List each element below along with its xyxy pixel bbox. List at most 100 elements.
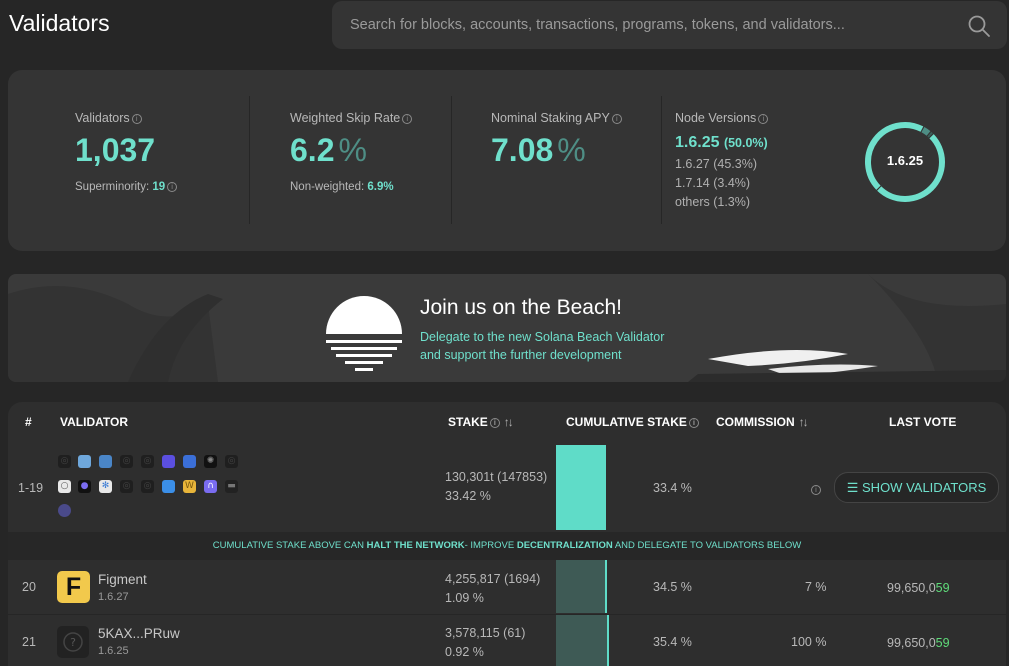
validator-avatar-icon[interactable] [58,504,71,517]
beach-illustration [8,274,1006,382]
ring-segment [927,131,933,138]
validator-version: 1.6.25 [98,645,129,657]
validator-avatar-icon[interactable]: ● [78,480,91,493]
cumulative-stake-bar [556,560,606,613]
validator-avatar-icon[interactable]: ◎ [141,455,154,468]
banner-line-2: and support the further development [420,348,622,362]
top-bar: Validators [0,0,1009,56]
cumulative-stake-marker [605,560,607,613]
cumulative-stake-marker [607,615,609,666]
search-box[interactable] [332,1,1007,49]
node-version-row: 1.6.27 (45.3%) [675,157,757,171]
list-icon: ☰ [846,479,859,495]
sort-icon[interactable]: ↑↓ [799,415,809,429]
col-last-vote: LAST VOTE [889,415,957,429]
halt-network-notice: CUMULATIVE STAKE ABOVE CAN HALT THE NETW… [8,532,1006,560]
validator-avatar-icon[interactable]: ◎ [141,480,154,493]
validator-avatar-icon[interactable]: ◎ [225,455,238,468]
ring-segment [921,126,931,136]
col-validator: VALIDATOR [60,415,128,429]
validator-name[interactable]: 5KAX...PRuw [98,626,180,641]
info-icon[interactable]: i [489,417,500,428]
info-icon[interactable]: i [758,113,769,124]
group-stake-pct: 33.42 % [445,489,491,503]
validator-avatar-icon[interactable] [78,455,91,468]
row-cumulative: 35.4 % [653,635,692,649]
divider [451,96,452,224]
validators-count: 1,037 [75,132,156,168]
node-versions-label: Node Versions i [675,111,769,125]
validators-table: # VALIDATOR STAKE i ↑↓ CUMULATIVE STAKE i C… [8,402,1006,666]
group-cumulative: 33.4 % [653,481,692,495]
stats-panel: Validators i 1,037 Superminority: 19 i Wei… [8,70,1006,251]
cumulative-stake-bar [556,445,606,530]
promo-banner[interactable]: Join us on the Beach! Delegate to the ne… [8,274,1006,382]
col-commission[interactable]: COMMISSION ↑↓ [716,415,809,429]
row-stake-pct: 0.92 % [445,645,484,659]
row-rank: 20 [22,580,36,594]
info-icon[interactable]: i [167,181,178,192]
banner-line-1: Delegate to the new Solana Beach Validat… [420,330,665,344]
info-icon[interactable]: i [402,113,413,124]
validator-version: 1.6.27 [98,591,129,603]
validator-avatar-icon[interactable]: W [183,480,196,493]
row-commission: 7 % [805,580,827,594]
col-cumulative-stake: CUMULATIVE STAKE i [566,415,699,429]
validator-avatar-icon[interactable] [99,455,112,468]
skip-rate-label: Weighted Skip Rate i [290,111,413,125]
validator-avatar: ? [57,626,89,658]
validator-avatar-icon[interactable]: ▬ [225,480,238,493]
validator-avatar-icon[interactable]: ✺ [204,455,217,468]
divider [249,96,250,224]
row-stake: 3,578,115 (61) [445,626,526,640]
apy-label: Nominal Staking APY i [491,111,622,125]
cumulative-stake-bar [556,615,608,666]
group-rank: 1-19 [18,481,44,495]
sunset-logo [326,296,402,371]
validator-avatar-icon[interactable] [162,455,175,468]
row-last-vote: 99,650,059 [887,581,950,595]
validator-avatar-icon[interactable] [162,480,175,493]
apy-value: 7.08% [491,132,586,168]
col-rank: # [25,415,32,429]
search-input[interactable] [350,13,950,37]
row-stake: 4,255,817 (1694) [445,572,541,586]
ring-label: 1.6.25 [886,153,924,168]
skip-rate-value: 6.2% [290,132,367,168]
row-commission: 100 % [791,635,827,649]
info-icon[interactable]: i [688,417,699,428]
row-rank: 21 [22,635,36,649]
validators-label: Validators i [75,111,142,125]
row-last-vote: 99,650,059 [887,636,950,650]
sort-icon[interactable]: ↑↓ [504,415,514,429]
node-version-main: 1.6.25 (50.0%) [675,134,768,151]
validator-avatar-icon[interactable]: ✻ [99,480,112,493]
validator-avatar-icon[interactable]: ○ [58,480,71,493]
col-stake[interactable]: STAKE i ↑↓ [448,415,514,429]
info-icon[interactable]: i [611,113,622,124]
node-version-row: others (1.3%) [675,195,751,209]
banner-title: Join us on the Beach! [420,296,622,319]
divider [661,96,662,224]
validator-name[interactable]: Figment [98,572,147,587]
row-cumulative: 34.5 % [653,580,692,594]
validator-avatar-icon[interactable] [183,455,196,468]
search-icon[interactable] [967,14,991,38]
page-title: Validators [9,10,110,36]
superminority: Superminority: 19 i [75,181,178,193]
row-divider [8,614,1006,615]
info-icon[interactable]: i [811,485,821,495]
figment-logo: F [57,571,90,603]
info-icon[interactable]: i [131,113,142,124]
group-stake: 130,301t (147853) [445,470,548,484]
validator-avatar-icon[interactable]: ◎ [120,455,133,468]
non-weighted-skip-rate: Non-weighted: 6.9% [290,181,394,193]
validator-avatar-icon[interactable]: ◎ [58,455,71,468]
svg-text:?: ? [70,636,76,649]
row-stake-pct: 1.09 % [445,591,484,605]
node-version-row: 1.7.14 (3.4%) [675,176,751,190]
validator-avatar-icon[interactable]: ∩ [204,480,217,493]
question-icon: ? [63,632,83,652]
validator-avatar-icon[interactable]: ◎ [120,480,133,493]
show-validators-button[interactable]: ☰ SHOW VALIDATORS [834,472,999,503]
